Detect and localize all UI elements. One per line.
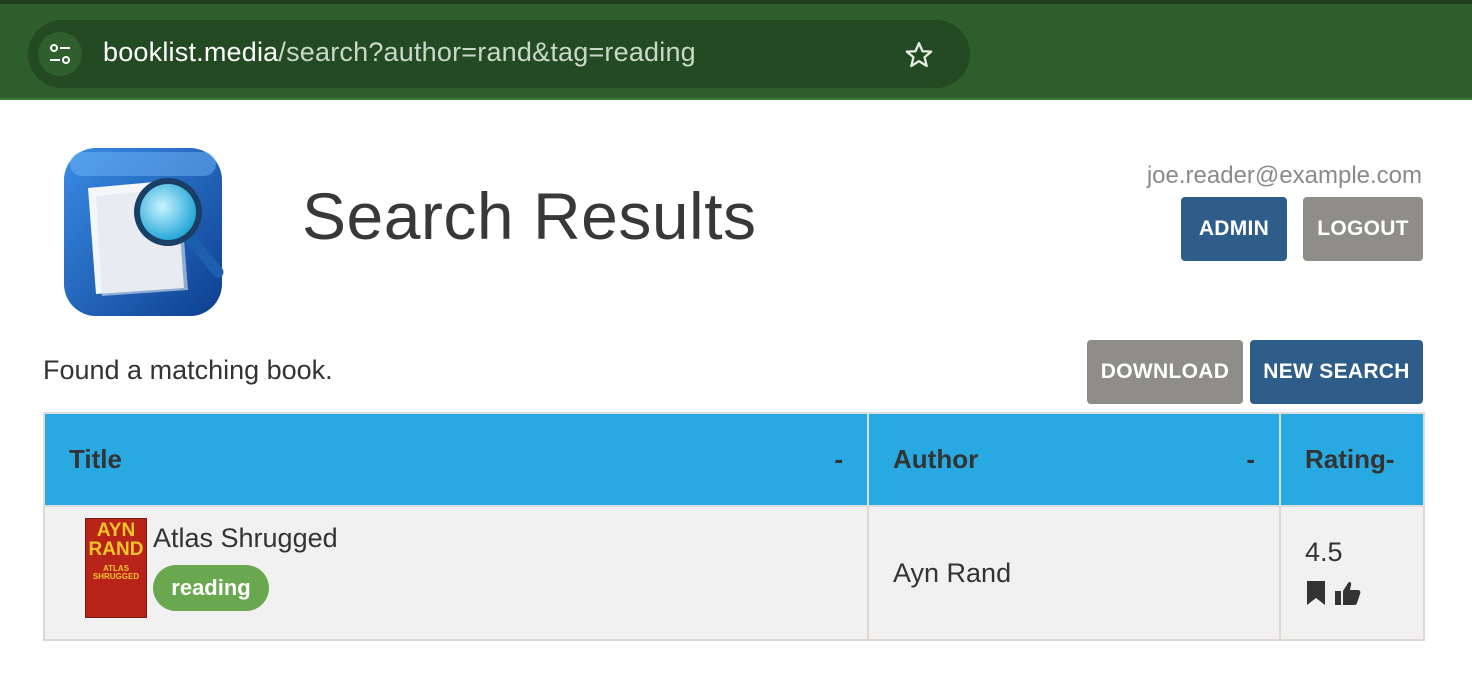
sort-indicator[interactable]: - [834,444,843,475]
rating-cell: 4.5 [1279,505,1425,641]
rating-value: 4.5 [1305,537,1343,567]
tag-badge[interactable]: reading [153,565,269,611]
author-name[interactable]: Ayn Rand [893,558,1011,588]
column-label: Title [69,444,122,474]
page-title: Search Results [302,179,757,253]
results-table: Title - Author - Rating- AYN RAND ATLAS … [43,412,1425,641]
column-header-author[interactable]: Author - [867,412,1281,507]
user-email: joe.reader@example.com [1146,162,1422,189]
column-header-title[interactable]: Title - [43,412,869,507]
column-header-rating[interactable]: Rating- [1279,412,1425,507]
thumbs-up-icon[interactable] [1334,581,1361,605]
cover-title-text: ATLAS SHRUGGED [92,564,140,581]
tune-icon [50,44,70,64]
download-button[interactable]: DOWNLOAD [1087,340,1243,404]
table-row[interactable]: AYN RAND ATLAS SHRUGGED Atlas Shrugged r… [43,505,1425,641]
rating-icons [1305,581,1361,612]
url-host: booklist.media [103,37,279,67]
new-search-button[interactable]: NEW SEARCH [1250,340,1423,404]
url-path: /search?author=rand&tag=reading [278,37,696,67]
table-header-row: Title - Author - Rating- [43,412,1425,507]
site-info-button[interactable] [38,32,82,76]
address-bar[interactable]: booklist.media/search?author=rand&tag=re… [28,20,970,88]
book-title-link[interactable]: Atlas Shrugged [153,523,338,554]
title-cell: AYN RAND ATLAS SHRUGGED Atlas Shrugged r… [43,505,869,641]
bookmark-icon[interactable] [1305,581,1327,605]
column-label: Rating- [1305,444,1395,474]
cover-author-text: AYN RAND [88,520,144,560]
url-text[interactable]: booklist.media/search?author=rand&tag=re… [103,37,696,68]
author-cell: Ayn Rand [867,505,1281,641]
browser-toolbar: booklist.media/search?author=rand&tag=re… [0,0,1472,100]
results-status: Found a matching book. [43,355,333,385]
book-cover[interactable]: AYN RAND ATLAS SHRUGGED [85,518,147,618]
column-label: Author [893,444,979,474]
app-logo-icon [64,148,224,316]
sort-indicator[interactable]: - [1246,444,1255,475]
bookmark-star-icon[interactable] [904,40,934,70]
admin-button[interactable]: ADMIN [1181,197,1287,261]
logout-button[interactable]: LOGOUT [1303,197,1423,261]
